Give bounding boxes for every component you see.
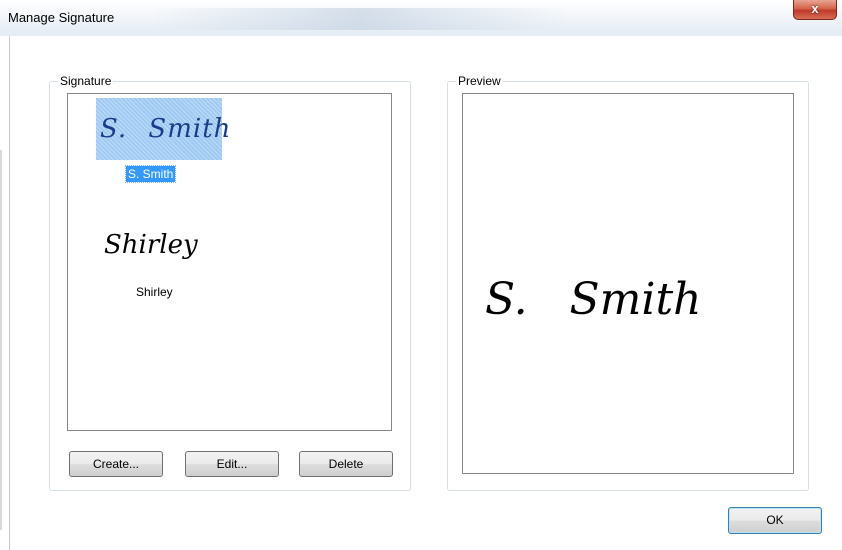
signature-item-label: S. Smith [124,165,177,183]
window-title: Manage Signature [8,10,115,25]
edit-button[interactable]: Edit... [185,451,279,477]
preview-group-label: Preview [456,74,503,88]
ok-button[interactable]: OK [728,507,822,534]
title-bar: Manage Signature x [0,0,842,36]
preview-signature: S. Smith [485,274,702,325]
title-bar-glare [150,8,570,30]
delete-button[interactable]: Delete [299,451,393,477]
signature-item-s-smith[interactable]: S. Smith S. Smith [68,94,391,194]
signature-thumbnail: S. Smith [96,98,230,160]
edit-button-label: Edit... [216,457,248,471]
signature-thumbnail-text: Shirley [104,230,198,260]
signature-thumbnail: Shirley [96,216,222,278]
delete-button-label: Delete [328,457,364,471]
create-button-label: Create... [92,457,140,471]
dialog-left-border [9,36,10,550]
close-button[interactable]: x [793,0,837,20]
ok-button-label: OK [766,513,784,527]
signature-group-label: Signature [58,74,114,88]
background-edge [0,150,2,530]
signature-item-shirley[interactable]: Shirley Shirley [68,212,391,312]
signature-item-label: Shirley [136,285,173,299]
close-icon: x [811,1,819,16]
signature-thumbnail-text: S. Smith [100,114,232,144]
create-button[interactable]: Create... [69,451,163,477]
signature-list[interactable]: S. Smith S. Smith Shirley Shirley [67,93,392,431]
preview-panel: S. Smith [462,93,794,474]
